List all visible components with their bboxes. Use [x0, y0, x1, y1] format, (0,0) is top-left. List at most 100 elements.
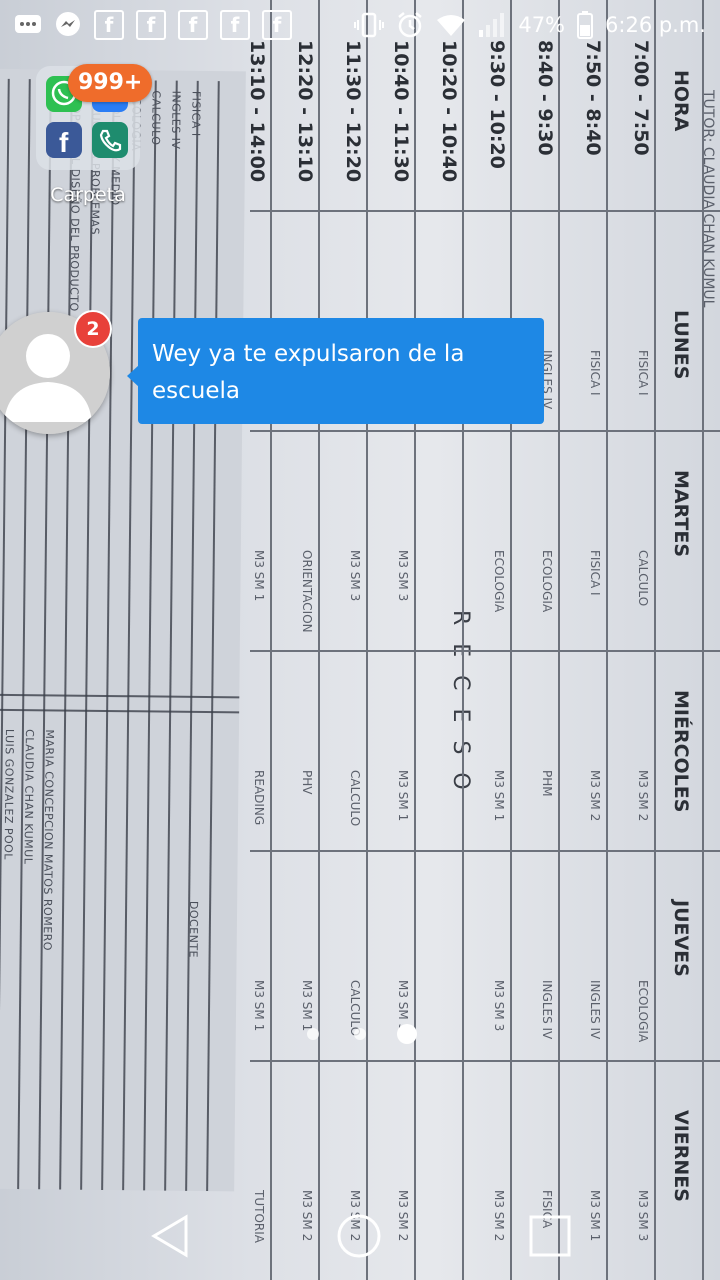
- hour-label: 11:30 - 12:20: [342, 40, 364, 183]
- table-cell: INGLES IV: [169, 90, 183, 150]
- page-indicator-dot[interactable]: [354, 1028, 366, 1040]
- schedule-cell: M3 SM 1: [300, 980, 314, 1032]
- day-label: LUNES: [670, 310, 692, 380]
- schedule-cell: M3 SM 2: [636, 770, 650, 822]
- back-triangle-icon: [151, 1214, 188, 1258]
- hour-label: 9:30 - 10:20: [486, 40, 508, 169]
- facebook-icon: f: [178, 10, 208, 40]
- back-button[interactable]: [144, 1210, 196, 1262]
- schedule-cell: CALCULO: [636, 550, 650, 607]
- hour-label: 7:50 - 8:40: [582, 40, 604, 156]
- grid-line: [702, 0, 704, 1280]
- day-label: VIERNES: [670, 1110, 692, 1202]
- facebook-icon: f: [46, 122, 82, 158]
- grid-line: [250, 430, 720, 432]
- hour-label: 10:20 - 10:40: [438, 40, 460, 183]
- grid-line: [366, 0, 368, 1280]
- page-indicator-dot[interactable]: [307, 1028, 319, 1040]
- grid-line: [510, 0, 512, 1280]
- schedule-cell: FISICA I: [588, 350, 602, 396]
- grid-line: [250, 850, 720, 852]
- grid-line: [462, 0, 464, 1280]
- table-line: [38, 79, 52, 1190]
- schedule-table: TUTOR: CLAUDIA CHAN KUMUL HORA 7:00 - 7:50…: [230, 0, 720, 1280]
- schedule-cell: CALCULO: [348, 770, 362, 827]
- grid-line: [318, 0, 320, 1280]
- schedule-cell: ECOLOGIA: [492, 550, 506, 613]
- schedule-cell: M3 SM 1: [252, 550, 266, 602]
- table-cell: CALCULO: [149, 90, 163, 146]
- schedule-cell: M3 SM 2: [588, 770, 602, 822]
- clock: 6:26 p.m.: [605, 13, 706, 37]
- teacher-table: DOCENTEFISICA IINGLES IVCALCULOECOLOGIAE…: [0, 68, 246, 1192]
- battery-percent: 47%: [518, 13, 566, 37]
- hour-label: 8:40 - 9:30: [534, 40, 556, 156]
- schedule-cell: M3 SM 3: [348, 550, 362, 602]
- schedule-cell: READING: [252, 770, 266, 826]
- schedule-cell: PHM: [540, 770, 554, 797]
- schedule-cell: FISICA I: [636, 350, 650, 396]
- facebook-icon: f: [220, 10, 250, 40]
- chat-message-bubble[interactable]: Wey ya te expulsaron de la escuela: [138, 318, 544, 424]
- table-line: [206, 81, 220, 1192]
- svg-text:f: f: [59, 127, 69, 158]
- table-line: [17, 79, 31, 1190]
- schedule-cell: ECOLOGIA: [540, 550, 554, 613]
- table-cell: FISICA I: [189, 90, 203, 137]
- phone-icon: [92, 122, 128, 158]
- schedule-cell: INGLES IV: [540, 980, 554, 1040]
- grid-line: [250, 1060, 720, 1062]
- table-line: [164, 80, 178, 1191]
- grid-line: [558, 0, 560, 1280]
- facebook-icon: f: [262, 10, 292, 40]
- page-indicator-dot-active[interactable]: [397, 1024, 417, 1044]
- day-label: MARTES: [670, 470, 692, 558]
- schedule-cell: PHV: [300, 770, 314, 795]
- day-label: MIÉRCOLES: [670, 690, 692, 813]
- schedule-cell: M3 SM 3: [396, 550, 410, 602]
- schedule-cell: M3 SM 3: [492, 980, 506, 1032]
- grid-line: [606, 0, 608, 1280]
- hora-header: HORA: [670, 70, 692, 132]
- table-line: [185, 80, 199, 1191]
- grid-line: [270, 0, 272, 1280]
- facebook-icon: f: [136, 10, 166, 40]
- notification-badge: 999+: [68, 64, 153, 102]
- facebook-icon: f: [94, 10, 124, 40]
- table-line: [0, 708, 240, 714]
- grid-line: [654, 0, 656, 1280]
- table-cell: CLAUDIA CHAN KUMUL: [21, 729, 36, 865]
- home-circle-icon: [337, 1214, 381, 1258]
- chat-unread-badge: 2: [74, 310, 112, 348]
- schedule-cell: FISICA I: [588, 550, 602, 596]
- grid-line: [414, 0, 416, 1280]
- folder-label: Carpeta: [50, 184, 126, 206]
- wifi-icon: [436, 13, 466, 37]
- home-button[interactable]: [333, 1210, 385, 1262]
- schedule-cell: ECOLOGIA: [636, 980, 650, 1043]
- recents-button[interactable]: [524, 1210, 576, 1262]
- schedule-cell: INGLES IV: [588, 980, 602, 1040]
- vibrate-icon: [354, 12, 385, 38]
- table-cell: LUIS GONZALEZ POOL: [1, 728, 16, 861]
- table-line: [0, 78, 10, 1189]
- schedule-cell: M3 SM 1: [396, 770, 410, 822]
- schedule-cell: ORIENTACION: [300, 550, 314, 633]
- hour-label: 12:20 - 13:10: [294, 40, 316, 183]
- table-line: [80, 79, 94, 1190]
- hour-label: 10:40 - 11:30: [390, 40, 412, 183]
- hour-label: 13:10 - 14:00: [246, 40, 268, 183]
- grid-line: [250, 650, 720, 652]
- receso-label: RECESO: [448, 610, 473, 808]
- table-line: [0, 693, 240, 699]
- navigation-bar: [0, 1192, 720, 1280]
- table-line: [122, 80, 136, 1191]
- chat-dots-icon: [14, 14, 42, 36]
- day-label: JUEVES: [670, 900, 692, 977]
- alarm-icon: [396, 11, 424, 39]
- table-line: [143, 80, 157, 1191]
- table-cell: MARIA CONCEPCION MATOS ROMERO: [40, 729, 56, 952]
- schedule-cell: M3 SM 1: [492, 770, 506, 822]
- recents-square-icon: [529, 1215, 571, 1257]
- battery-icon: [577, 11, 594, 39]
